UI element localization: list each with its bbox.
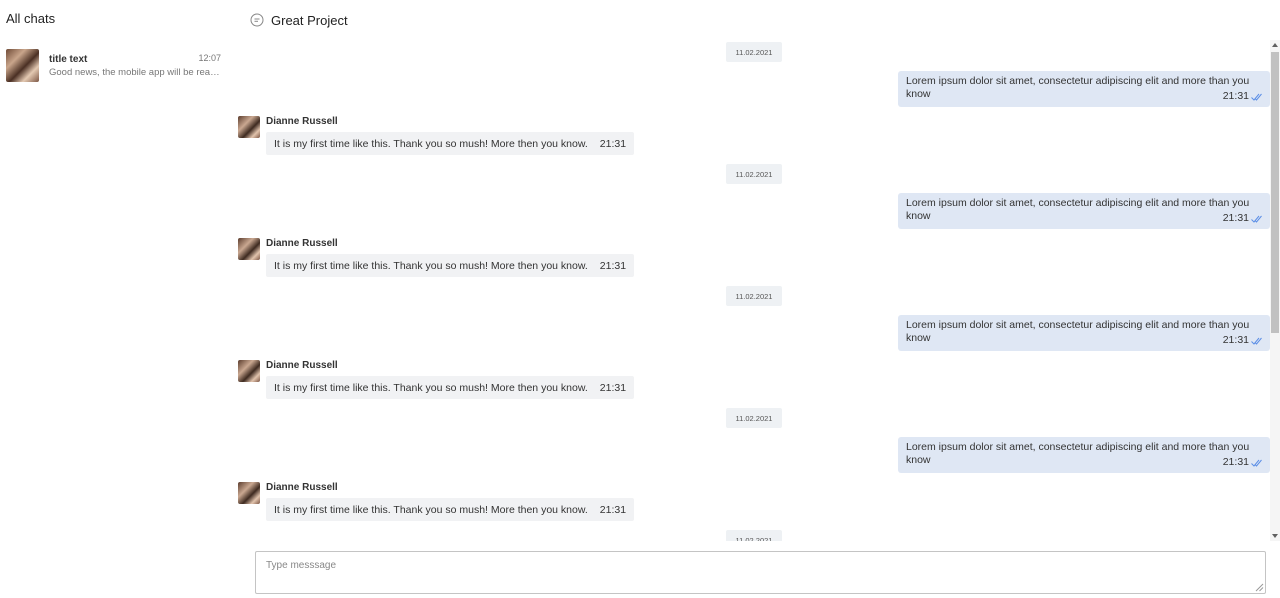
- scroll-up-arrow-icon[interactable]: [1270, 40, 1280, 50]
- double-check-icon: [1251, 459, 1262, 467]
- chat-item-time: 12:07: [198, 53, 221, 63]
- message-list[interactable]: 11.02.2021 Lorem ipsum dolor sit amet, c…: [232, 40, 1270, 541]
- message-text: It is my first time like this. Thank you…: [274, 137, 588, 150]
- message-time: 21:31: [599, 137, 627, 150]
- chat-header: Great Project: [250, 10, 348, 30]
- date-separator: 11.02.2021: [726, 530, 782, 541]
- message-bubble: It is my first time like this. Thank you…: [266, 132, 635, 155]
- outgoing-message[interactable]: Lorem ipsum dolor sit amet, consectetur …: [898, 437, 1270, 473]
- chat-title: Great Project: [271, 12, 348, 28]
- sender-name: Dianne Russell: [266, 116, 338, 127]
- date-separator: 11.02.2021: [726, 286, 782, 306]
- message-text: It is my first time like this. Thank you…: [274, 381, 588, 394]
- message-bubble: It is my first time like this. Thank you…: [266, 376, 635, 399]
- sender-name: Dianne Russell: [266, 238, 338, 249]
- avatar: [238, 360, 260, 382]
- message-time: 21:31: [599, 381, 627, 394]
- sidebar-title: All chats: [6, 11, 56, 26]
- date-separator: 11.02.2021: [726, 408, 782, 428]
- message-input[interactable]: [255, 551, 1266, 594]
- outgoing-message[interactable]: Lorem ipsum dolor sit amet, consectetur …: [898, 193, 1270, 229]
- avatar: [238, 116, 260, 138]
- chat-thumbnail: [6, 49, 39, 82]
- incoming-message[interactable]: Dianne Russell It is my first time like …: [238, 114, 658, 162]
- incoming-message[interactable]: Dianne Russell It is my first time like …: [238, 480, 658, 528]
- message-text: Lorem ipsum dolor sit amet, consectetur …: [906, 75, 1250, 100]
- message-text: It is my first time like this. Thank you…: [274, 259, 588, 272]
- incoming-message[interactable]: Dianne Russell It is my first time like …: [238, 236, 658, 284]
- scrollbar-thumb[interactable]: [1271, 52, 1279, 333]
- message-text: It is my first time like this. Thank you…: [274, 503, 588, 516]
- chat-item-preview: Good news, the mobile app will be ready …: [49, 67, 223, 78]
- chat-list-sidebar: All chats title text 12:07 Good news, th…: [0, 0, 228, 598]
- message-time: 21:31: [1222, 90, 1249, 102]
- message-time: 21:31: [599, 259, 627, 272]
- double-check-icon: [1251, 93, 1262, 101]
- avatar: [238, 482, 260, 504]
- incoming-message[interactable]: Dianne Russell It is my first time like …: [238, 358, 658, 406]
- outgoing-message[interactable]: Lorem ipsum dolor sit amet, consectetur …: [898, 71, 1270, 107]
- sender-name: Dianne Russell: [266, 360, 338, 371]
- message-text: Lorem ipsum dolor sit amet, consectetur …: [906, 319, 1250, 344]
- date-separator: 11.02.2021: [726, 42, 782, 62]
- message-bubble: It is my first time like this. Thank you…: [266, 254, 635, 277]
- message-scrollbar[interactable]: [1270, 40, 1280, 541]
- avatar: [238, 238, 260, 260]
- message-text: Lorem ipsum dolor sit amet, consectetur …: [906, 441, 1250, 466]
- outgoing-message[interactable]: Lorem ipsum dolor sit amet, consectetur …: [898, 315, 1270, 351]
- chat-list-item[interactable]: title text 12:07 Good news, the mobile a…: [0, 47, 228, 87]
- message-text: Lorem ipsum dolor sit amet, consectetur …: [906, 197, 1250, 222]
- message-time: 21:31: [1222, 456, 1249, 468]
- scroll-down-arrow-icon[interactable]: [1270, 531, 1280, 541]
- date-separator: 11.02.2021: [726, 164, 782, 184]
- message-time: 21:31: [1222, 334, 1249, 346]
- message-time: 21:31: [1222, 212, 1249, 224]
- chat-bubble-icon: [250, 13, 264, 27]
- double-check-icon: [1251, 215, 1262, 223]
- message-bubble: It is my first time like this. Thank you…: [266, 498, 635, 521]
- sender-name: Dianne Russell: [266, 482, 338, 493]
- chat-item-title: title text: [49, 54, 88, 65]
- message-time: 21:31: [599, 503, 627, 516]
- double-check-icon: [1251, 337, 1262, 345]
